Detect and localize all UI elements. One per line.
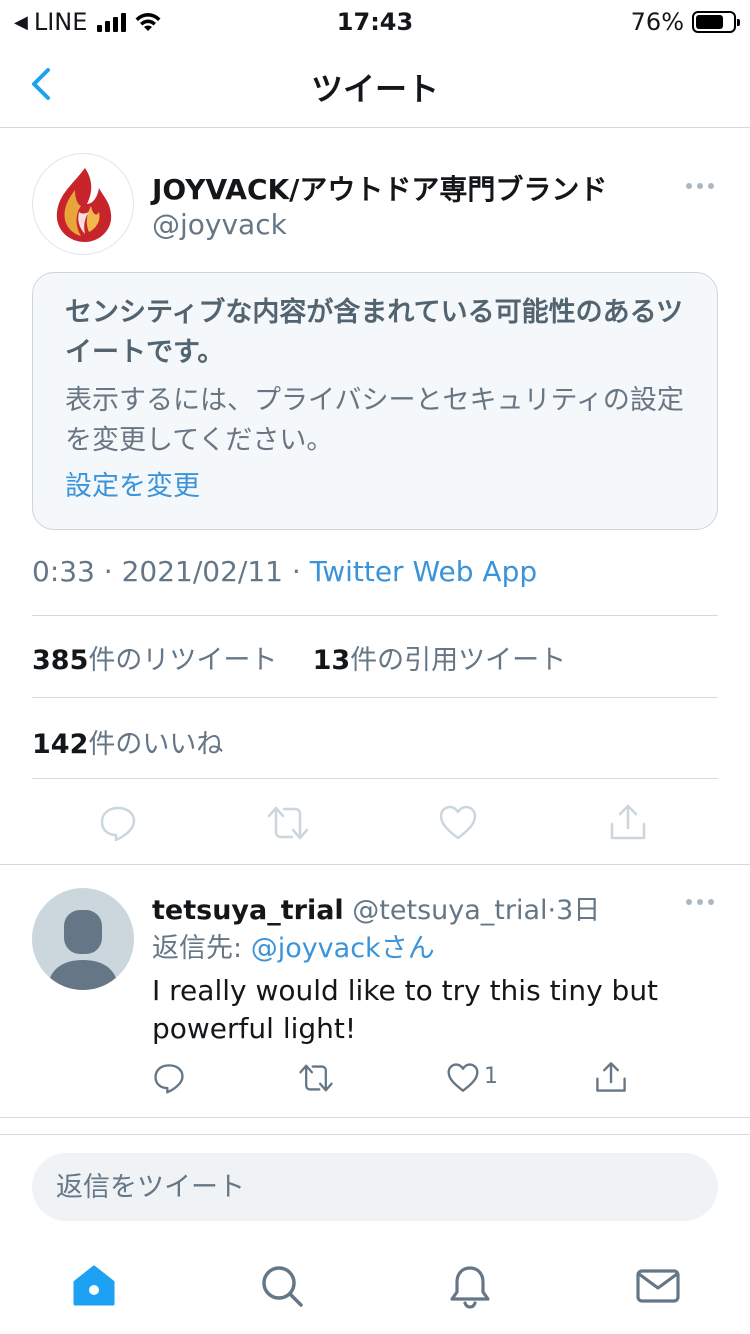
- divider: [32, 615, 718, 616]
- sensitive-notice-title: センシティブな内容が含まれている可能性のあるツイートです。: [65, 297, 684, 368]
- reply-to-mention[interactable]: @joyvackさん: [251, 933, 435, 964]
- search-icon[interactable]: [258, 1262, 306, 1310]
- reply-like-count: 1: [484, 1064, 498, 1089]
- engagement-counts: 385件のリツイート 13件の引用ツイート: [32, 638, 566, 677]
- main-tweet: JOYVACK/アウトドア専門ブランド @joyvack センシティブな内容が含…: [0, 128, 750, 865]
- like-heart-icon[interactable]: [438, 804, 478, 842]
- reply-tweet[interactable]: tetsuya_trial @tetsuya_trial·3日 返信先: @jo…: [0, 866, 750, 1118]
- reply-like-icon[interactable]: [446, 1062, 480, 1094]
- reply-reply-icon[interactable]: [153, 1062, 185, 1094]
- reply-author-name[interactable]: tetsuya_trial: [152, 895, 344, 926]
- tweet-source-link[interactable]: Twitter Web App: [310, 555, 537, 588]
- author-avatar[interactable]: [32, 153, 134, 255]
- default-profile-icon: [48, 910, 118, 990]
- like-count: 142: [32, 729, 89, 760]
- status-right: 76%: [630, 8, 740, 36]
- tab-bar: [0, 1234, 750, 1334]
- status-bar: ◀ LINE 17:43 76%: [0, 0, 750, 40]
- sensitive-notice-description: 表示するには、プライバシーとセキュリティの設定を変更してください。: [65, 385, 684, 456]
- change-settings-link[interactable]: 設定を変更: [65, 467, 685, 507]
- tweet-time: 0:33: [32, 555, 95, 588]
- reply-retweet-icon[interactable]: [298, 1062, 334, 1094]
- share-icon[interactable]: [608, 802, 648, 842]
- reply-author-handle[interactable]: @tetsuya_trial: [352, 895, 547, 926]
- reply-input[interactable]: [32, 1153, 718, 1221]
- divider: [32, 697, 718, 698]
- notifications-bell-icon[interactable]: [446, 1262, 494, 1310]
- author-name[interactable]: JOYVACK/アウトドア専門ブランド: [152, 168, 607, 208]
- reply-icon[interactable]: [99, 804, 137, 842]
- reply-text: I really would like to try this tiny but…: [152, 974, 659, 1045]
- reply-to-label: 返信先:: [152, 933, 251, 964]
- quote-count: 13: [312, 645, 351, 676]
- battery-percent: 76%: [630, 8, 684, 36]
- reply-to-line: 返信先: @joyvackさん: [152, 926, 435, 965]
- battery-icon: [692, 11, 740, 33]
- separator: ·: [547, 895, 557, 926]
- page-title: ツイート: [310, 70, 439, 108]
- separator: ·: [103, 555, 122, 588]
- tweet-date: 2021/02/11: [121, 555, 283, 588]
- reply-share-icon[interactable]: [594, 1060, 628, 1094]
- separator: ·: [291, 555, 310, 588]
- like-count-link[interactable]: 142件のいいね: [32, 722, 223, 761]
- retweet-count: 385: [32, 645, 89, 676]
- retweet-label: 件のリツイート: [88, 645, 278, 676]
- battery-level: [696, 15, 724, 29]
- more-options-icon[interactable]: [686, 183, 714, 189]
- reply-author-avatar[interactable]: [32, 888, 134, 990]
- sensitive-content-notice: センシティブな内容が含まれている可能性のあるツイートです。 表示するには、プライ…: [32, 272, 718, 530]
- reply-composer-bar: [0, 1134, 750, 1234]
- reply-more-options-icon[interactable]: [686, 899, 714, 905]
- author-handle[interactable]: @joyvack: [152, 208, 287, 241]
- tweet-timestamp: 0:33 · 2021/02/11 · Twitter Web App: [32, 555, 537, 588]
- quote-count-link[interactable]: 13件の引用ツイート: [313, 645, 567, 676]
- divider: [32, 778, 718, 779]
- flame-logo-icon: [56, 168, 112, 242]
- reply-age: 3日: [556, 895, 601, 926]
- reply-header: tetsuya_trial @tetsuya_trial·3日: [152, 888, 600, 927]
- retweet-icon[interactable]: [266, 804, 310, 842]
- home-icon[interactable]: [70, 1262, 118, 1310]
- messages-envelope-icon[interactable]: [634, 1262, 682, 1310]
- retweet-count-link[interactable]: 385件のリツイート: [32, 645, 277, 676]
- nav-bar: ツイート: [0, 40, 750, 128]
- like-label: 件のいいね: [88, 729, 224, 760]
- quote-label: 件の引用ツイート: [350, 645, 567, 676]
